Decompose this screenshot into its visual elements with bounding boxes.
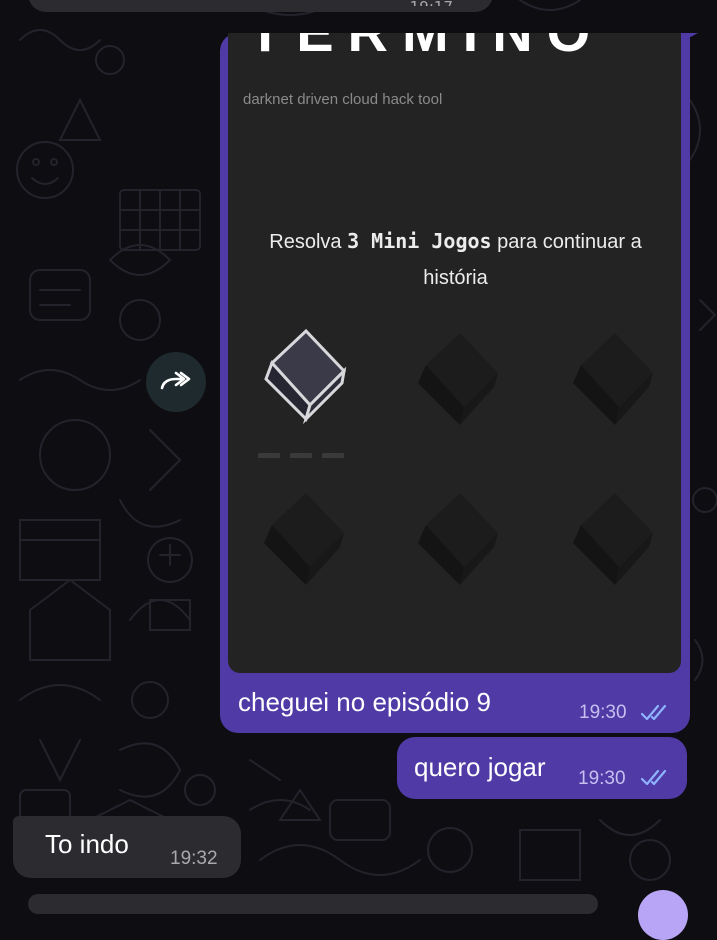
cube-icon — [418, 333, 498, 425]
progress-dashes — [258, 443, 354, 462]
next-message-bubble[interactable] — [28, 894, 598, 914]
outgoing-message-bubble[interactable]: quero jogar 19:30 — [397, 737, 687, 799]
message-time: 19:32 — [170, 848, 218, 869]
cube-icon — [264, 493, 344, 585]
message-caption: cheguei no episódio 9 — [238, 687, 491, 717]
message-text: To indo — [45, 829, 129, 859]
message-text: quero jogar — [414, 752, 546, 782]
cube-icon — [573, 493, 653, 585]
double-check-icon — [640, 704, 667, 721]
app-title: TERMINO — [248, 33, 604, 64]
app-subtitle: darknet driven cloud hack tool — [243, 91, 443, 108]
shared-screenshot[interactable]: TERMINO darknet driven cloud hack tool R… — [228, 33, 681, 673]
forward-button[interactable] — [146, 352, 206, 412]
scroll-down-button[interactable] — [638, 890, 688, 940]
message-time: 19:30 — [578, 768, 626, 789]
cube-icon-active — [264, 328, 347, 425]
cube-icon — [418, 493, 498, 585]
message-time: 19:30 — [579, 702, 627, 723]
screenshot-headline: Resolva 3 Mini Jogos para continuar a hi… — [269, 229, 642, 289]
double-check-icon — [640, 769, 667, 786]
cube-icon — [573, 333, 653, 425]
forward-icon — [160, 371, 191, 390]
incoming-message-bubble[interactable]: To indo 19:32 — [13, 816, 241, 878]
previous-message-bubble[interactable]: 19:17 — [28, 0, 493, 12]
forwarded-message-bubble[interactable]: TERMINO darknet driven cloud hack tool R… — [220, 33, 690, 733]
